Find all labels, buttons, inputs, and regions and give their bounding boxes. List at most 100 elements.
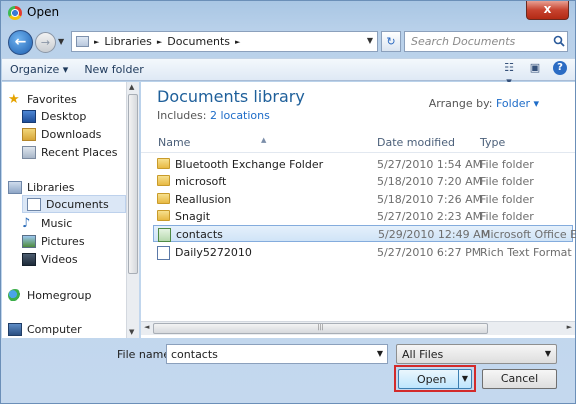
- nav-favorites[interactable]: ★ Favorites: [8, 90, 77, 108]
- nav-documents[interactable]: Documents: [22, 195, 126, 213]
- nav-music[interactable]: ♪ Music: [22, 214, 72, 232]
- sort-ascending-icon: ▲: [261, 136, 267, 144]
- nav-recent-places[interactable]: Recent Places: [22, 143, 118, 161]
- command-bar: Organize ▾ New folder ☷ ▾ ▣ ?: [2, 58, 575, 88]
- search-icon[interactable]: [553, 35, 565, 47]
- arrange-by-dropdown[interactable]: Folder ▾: [496, 97, 539, 110]
- help-icon[interactable]: ?: [553, 61, 567, 75]
- address-bar[interactable]: ► Libraries ► Documents ► ▼: [71, 31, 378, 52]
- file-list-pane: Documents library Includes: 2 locations …: [141, 82, 576, 338]
- forward-button[interactable]: →: [35, 32, 56, 53]
- new-folder-button[interactable]: New folder: [76, 63, 151, 76]
- file-type: Microsoft Office E...: [481, 228, 576, 241]
- breadcrumb-documents[interactable]: Documents: [167, 35, 230, 48]
- refresh-button[interactable]: ↻: [381, 31, 401, 52]
- cancel-button[interactable]: Cancel: [482, 369, 557, 389]
- column-type[interactable]: Type: [480, 136, 505, 149]
- file-type-filter-value: All Files: [402, 348, 444, 361]
- nav-downloads[interactable]: Downloads: [22, 125, 101, 143]
- address-dropdown-icon[interactable]: ▼: [367, 36, 373, 45]
- file-type-filter[interactable]: All Files ▼: [396, 344, 557, 364]
- recent-places-icon: [22, 145, 36, 159]
- back-button[interactable]: ←: [8, 30, 33, 55]
- file-date: 5/29/2010 12:49 AM: [378, 228, 491, 241]
- open-button-label: Open: [417, 373, 447, 386]
- nav-desktop[interactable]: Desktop: [22, 107, 86, 125]
- scrollbar-thumb[interactable]: |||: [153, 323, 488, 334]
- file-name: Snagit: [175, 210, 211, 223]
- column-name[interactable]: Name: [158, 136, 190, 149]
- file-row[interactable]: Daily5272010 5/27/2010 6:27 PM Rich Text…: [153, 244, 573, 261]
- desktop-icon: [22, 109, 36, 123]
- excel-file-icon: [158, 228, 171, 242]
- file-row[interactable]: microsoft 5/18/2010 7:20 AM File folder: [153, 173, 573, 190]
- search-input[interactable]: Search Documents: [404, 31, 568, 52]
- file-date: 5/18/2010 7:26 AM: [377, 193, 483, 206]
- nav-videos[interactable]: Videos: [22, 250, 78, 268]
- arrange-by: Arrange by: Folder ▾: [428, 97, 539, 110]
- file-type: File folder: [480, 193, 534, 206]
- file-name: microsoft: [175, 175, 227, 188]
- nav-libraries[interactable]: Libraries: [8, 178, 75, 196]
- navigation-pane: ★ Favorites Desktop Downloads Recent Pla…: [2, 82, 139, 338]
- file-row[interactable]: Reallusion 5/18/2010 7:26 AM File folder: [153, 191, 573, 208]
- file-name: contacts: [176, 228, 223, 241]
- open-button[interactable]: Open ▼: [398, 369, 472, 389]
- folder-icon: [157, 210, 170, 221]
- videos-icon: [22, 252, 36, 266]
- title-bar: Open x: [1, 1, 575, 25]
- open-split-dropdown[interactable]: ▼: [458, 370, 471, 388]
- column-headers: ▲ Name Date modified Type: [141, 131, 575, 153]
- navigation-scrollbar[interactable]: ▲ ▼: [126, 82, 139, 338]
- preview-pane-icon[interactable]: ▣: [527, 61, 543, 75]
- file-name: Reallusion: [175, 193, 232, 206]
- nav-homegroup[interactable]: Homegroup: [8, 286, 91, 304]
- chevron-down-icon[interactable]: ▼: [377, 349, 383, 358]
- refresh-icon: ↻: [386, 35, 396, 48]
- recent-locations-dropdown[interactable]: ▼: [58, 37, 68, 47]
- file-name-input[interactable]: contacts ▼: [166, 344, 388, 364]
- file-name: Daily5272010: [175, 246, 252, 259]
- file-date: 5/27/2010 2:23 AM: [377, 210, 483, 223]
- file-date: 5/27/2010 1:54 AM: [377, 158, 483, 171]
- column-date-modified[interactable]: Date modified: [377, 136, 455, 149]
- close-button[interactable]: x: [526, 1, 569, 20]
- nav-computer[interactable]: Computer: [8, 320, 82, 338]
- file-name-value[interactable]: contacts: [171, 348, 218, 361]
- organize-menu[interactable]: Organize ▾: [2, 63, 76, 76]
- pictures-icon: [22, 234, 36, 248]
- scroll-down-icon[interactable]: ▼: [129, 328, 134, 336]
- file-name: Bluetooth Exchange Folder: [175, 158, 324, 171]
- scrollbar-thumb[interactable]: [128, 94, 138, 274]
- chevron-down-icon[interactable]: ▼: [545, 349, 551, 358]
- file-type: File folder: [480, 210, 534, 223]
- nav-pictures[interactable]: Pictures: [22, 232, 85, 250]
- folder-icon: [157, 175, 170, 186]
- star-icon: ★: [8, 91, 20, 107]
- change-view-icon[interactable]: ☷ ▾: [501, 61, 517, 88]
- locations-link[interactable]: 2 locations: [210, 109, 270, 122]
- folder-icon: [157, 193, 170, 204]
- breadcrumb-separator: ►: [156, 37, 163, 46]
- scroll-right-icon[interactable]: ►: [567, 323, 572, 331]
- downloads-icon: [22, 127, 36, 141]
- file-date: 5/18/2010 7:20 AM: [377, 175, 483, 188]
- scroll-left-icon[interactable]: ◄: [144, 323, 149, 331]
- window-title: Open: [27, 5, 60, 19]
- file-row[interactable]: Bluetooth Exchange Folder 5/27/2010 1:54…: [153, 156, 573, 173]
- chrome-icon: [8, 6, 22, 20]
- library-title: Documents library: [157, 87, 305, 106]
- horizontal-scrollbar[interactable]: ◄ ||| ►: [141, 321, 575, 335]
- breadcrumb-libraries[interactable]: Libraries: [104, 35, 152, 48]
- scroll-up-icon[interactable]: ▲: [129, 83, 134, 91]
- file-type: File folder: [480, 175, 534, 188]
- folder-icon: [157, 158, 170, 169]
- rtf-file-icon: [157, 246, 170, 260]
- documents-icon: [27, 197, 41, 211]
- file-row-selected[interactable]: contacts 5/29/2010 12:49 AM Microsoft Of…: [153, 225, 576, 242]
- breadcrumb-separator: ►: [94, 37, 100, 46]
- homegroup-icon: [8, 288, 22, 302]
- file-row[interactable]: Snagit 5/27/2010 2:23 AM File folder: [153, 208, 573, 225]
- music-icon: ♪: [22, 215, 31, 231]
- library-icon: [76, 36, 89, 47]
